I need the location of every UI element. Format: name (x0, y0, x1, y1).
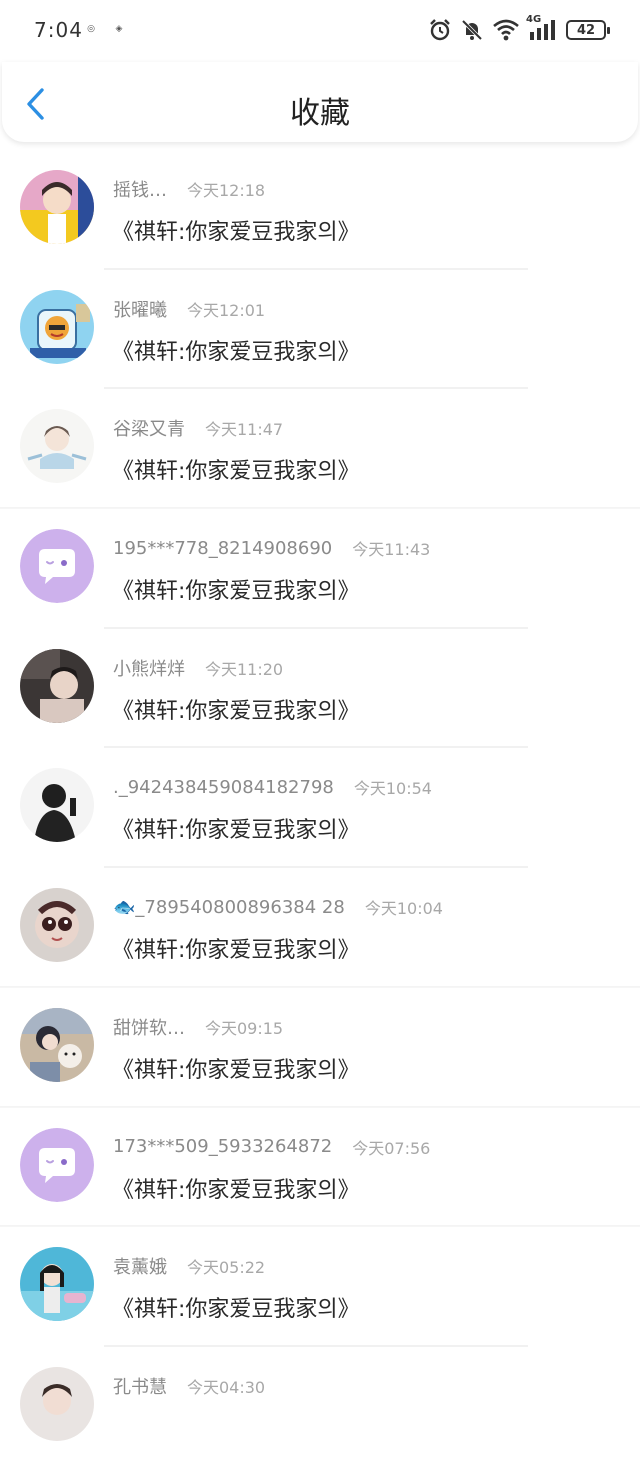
message-preview: 《祺轩:你家爱豆我家의》 (112, 818, 360, 844)
list-item[interactable]: 🐟_789540800896384 28 今天10:04 《祺轩:你家爱豆我家의… (0, 868, 640, 988)
list-item[interactable]: 195***778_8214908690 今天11:43 《祺轩:你家爱豆我家의… (0, 509, 640, 629)
user-name: 🐟_789540800896384 28 (113, 896, 345, 918)
user-name: 孔书慧 (113, 1376, 167, 1398)
page-title: 收藏 (290, 96, 350, 131)
message-time: 今天05:22 (187, 1258, 266, 1278)
battery-icon: 42 (566, 20, 610, 40)
battery-level: 42 (576, 22, 596, 38)
user-name: 小熊烊烊 (113, 658, 185, 680)
message-preview: 《祺轩:你家爱豆我家의》 (112, 938, 360, 964)
list-item[interactable]: ._942438459084182798 今天10:54 《祺轩:你家爱豆我家의… (0, 748, 640, 869)
user-name: 张曜曦 (113, 299, 167, 321)
avatar[interactable] (20, 170, 94, 244)
avatar[interactable] (20, 888, 94, 963)
avatar[interactable] (20, 648, 94, 723)
message-time: 今天09:15 (205, 1018, 284, 1038)
network-type: 4G (526, 14, 542, 25)
mute-bell-icon (460, 18, 484, 42)
status-bar: 7:04 ◎ ◈ 4G 42 (0, 0, 640, 62)
user-name: 谷梁又青 (113, 419, 185, 441)
avatar[interactable] (20, 409, 94, 484)
list-item[interactable]: 袁薰娥 今天05:22 《祺轩:你家爱豆我家의》 (0, 1227, 640, 1347)
default-avatar[interactable] (20, 1127, 94, 1202)
alarm-icon (428, 18, 452, 42)
message-time: 今天12:01 (187, 300, 266, 320)
avatar[interactable] (20, 1007, 94, 1082)
message-time: 今天12:18 (187, 181, 266, 200)
user-name: 袁薰娥 (113, 1257, 167, 1279)
message-time: 今天04:30 (187, 1377, 266, 1397)
message-preview: 《祺轩:你家爱豆我家의》 (112, 339, 360, 365)
signal-icon: 4G (526, 14, 558, 42)
list-item[interactable]: 173***509_5933264872 今天07:56 《祺轩:你家爱豆我家의… (0, 1108, 640, 1228)
avatar[interactable] (20, 1366, 94, 1441)
user-name: 摇钱… (113, 180, 167, 201)
list-item[interactable]: 摇钱… 今天12:18 《祺轩:你家爱豆我家의》 (0, 150, 640, 270)
user-name: 195***778_8214908690 (113, 537, 333, 559)
message-preview: 《祺轩:你家爱豆我家의》 (112, 1177, 360, 1203)
message-time: 今天10:54 (353, 779, 432, 799)
message-time: 今天11:20 (205, 659, 284, 679)
avatar[interactable] (20, 1247, 94, 1322)
user-name: 甜饼软… (113, 1017, 185, 1039)
message-time: 今天10:04 (364, 899, 443, 919)
message-preview: 《祺轩:你家爱豆我家의》 (112, 1297, 360, 1323)
favorites-list: 摇钱… 今天12:18 《祺轩:你家爱豆我家의》 张曜曦 今天12:01 《祺轩… (0, 150, 640, 1467)
list-item[interactable]: 甜饼软… 今天09:15 《祺轩:你家爱豆我家의》 (0, 988, 640, 1108)
notification-icon: ◎ (87, 24, 95, 34)
message-preview: 《祺轩:你家爱豆我家의》 (112, 698, 360, 724)
wifi-icon (492, 18, 520, 42)
message-preview: 《祺轩:你家爱豆我家의》 (112, 220, 360, 245)
list-item[interactable]: 小熊烊烊 今天11:20 《祺轩:你家爱豆我家의》 (0, 629, 640, 749)
message-time: 今天11:47 (205, 420, 284, 440)
list-item[interactable]: 张曜曦 今天12:01 《祺轩:你家爱豆我家의》 (0, 270, 640, 390)
avatar[interactable] (20, 768, 94, 843)
user-name: 173***509_5933264872 (113, 1136, 333, 1157)
message-preview: 《祺轩:你家爱豆我家의》 (112, 1057, 360, 1083)
message-time: 今天07:56 (352, 1138, 431, 1158)
status-time: 7:04 (34, 18, 83, 42)
list-item[interactable]: 谷梁又青 今天11:47 《祺轩:你家爱豆我家의》 (0, 389, 640, 510)
list-item[interactable]: 孔书慧 今天04:30 (0, 1347, 640, 1467)
avatar[interactable] (20, 289, 94, 364)
message-preview: 《祺轩:你家爱豆我家의》 (112, 459, 360, 485)
notification-icon: ◈ (115, 24, 123, 34)
message-time: 今天11:43 (352, 540, 431, 560)
message-preview: 《祺轩:你家爱豆我家의》 (112, 579, 360, 605)
default-avatar[interactable] (20, 529, 94, 604)
nav-bar: 收藏 (2, 62, 638, 142)
user-name: ._942438459084182798 (113, 776, 334, 798)
